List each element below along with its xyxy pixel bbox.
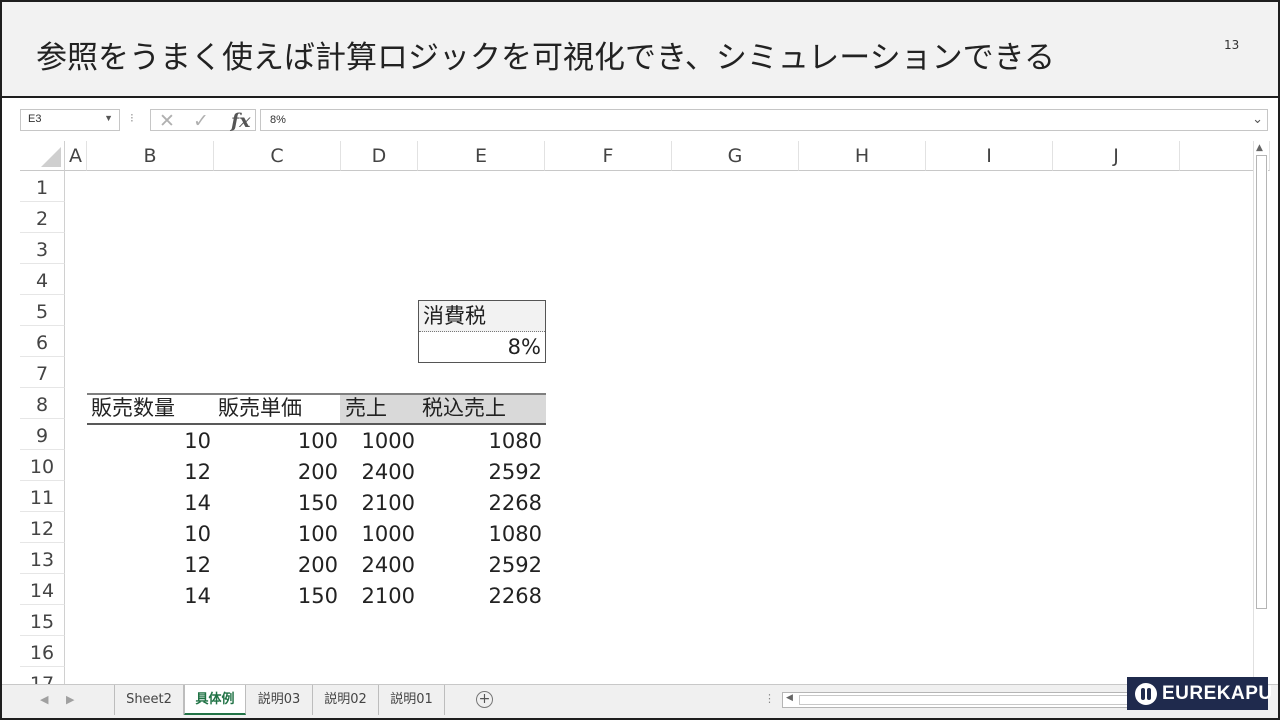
table-cell[interactable]: 2400 (362, 457, 415, 488)
row-header-8[interactable]: 8 (20, 388, 65, 419)
cross-icon[interactable]: ✕ (159, 110, 175, 132)
row-header-7[interactable]: 7 (20, 357, 65, 388)
chevron-down-icon[interactable]: ⌄ (1252, 111, 1263, 127)
tab-next-icon[interactable]: ▶ (66, 693, 74, 706)
table-cell[interactable]: 2268 (489, 581, 542, 612)
slide-header: 参照をうまく使えば計算ロジックを可視化でき、シミュレーションできる 13 (0, 0, 1280, 98)
table-cell[interactable]: 100 (298, 519, 338, 550)
column-header-h[interactable]: H (799, 141, 926, 171)
row-header-15[interactable]: 15 (20, 605, 65, 636)
name-box-value: E3 (28, 113, 42, 125)
tab-example[interactable]: 具体例 (184, 685, 246, 715)
sheet-tab-bar: ◀ ▶ Sheet2 具体例 説明03 説明02 説明01 + ⋮ ◀ (2, 684, 1278, 718)
column-header-j[interactable]: J (1053, 141, 1180, 171)
table-cell[interactable]: 1080 (489, 426, 542, 457)
column-header-i[interactable]: I (926, 141, 1053, 171)
table-cell[interactable]: 1080 (489, 519, 542, 550)
table-cell[interactable]: 10 (184, 519, 211, 550)
check-icon[interactable]: ✓ (193, 110, 209, 132)
table-cell[interactable]: 2100 (362, 488, 415, 519)
table-cell[interactable]: 10 (184, 426, 211, 457)
row-header-14[interactable]: 14 (20, 574, 65, 605)
table-cell[interactable]: 14 (184, 488, 211, 519)
table-cell[interactable]: 14 (184, 581, 211, 612)
formula-content: 8% (270, 114, 286, 126)
slide-title: 参照をうまく使えば計算ロジックを可視化でき、シミュレーションできる (36, 40, 1055, 76)
table-cell[interactable]: 2592 (489, 457, 542, 488)
formula-bar-buttons: ✕ ✓ fx (150, 109, 256, 132)
row-header-9[interactable]: 9 (20, 419, 65, 450)
fx-icon[interactable]: fx (231, 110, 251, 132)
row-header-16[interactable]: 16 (20, 636, 65, 667)
formula-bar-grip-icon: ⁝ (130, 111, 134, 125)
tax-label-cell[interactable]: 消費税 (419, 301, 545, 332)
dropdown-arrow-icon[interactable]: ▼ (104, 113, 113, 123)
row-header-1[interactable]: 1 (20, 171, 65, 202)
row-header-2[interactable]: 2 (20, 202, 65, 233)
table-cell[interactable]: 2100 (362, 581, 415, 612)
row-header-3[interactable]: 3 (20, 233, 65, 264)
row-header-12[interactable]: 12 (20, 512, 65, 543)
column-header-d[interactable]: D (341, 141, 418, 171)
spreadsheet-grid[interactable]: A B C D E F G H I J K 1 2 3 4 5 6 7 8 9 … (20, 141, 1270, 689)
column-header-g[interactable]: G (672, 141, 799, 171)
column-header-b[interactable]: B (87, 141, 214, 171)
add-sheet-icon[interactable]: + (476, 691, 493, 708)
scroll-left-icon[interactable]: ◀ (786, 693, 793, 703)
name-box[interactable]: E3 ▼ (20, 109, 120, 131)
tax-rate-box: 消費税 8% (418, 300, 546, 363)
horizontal-scroll-thumb[interactable] (799, 695, 1129, 705)
column-header-a[interactable]: A (65, 141, 87, 171)
vertical-scroll-thumb[interactable] (1256, 155, 1267, 609)
column-header-c[interactable]: C (214, 141, 341, 171)
header-sales[interactable]: 売上 (345, 393, 387, 424)
page-number: 13 (1224, 38, 1240, 52)
table-cell[interactable]: 2400 (362, 550, 415, 581)
header-unit-price[interactable]: 販売単価 (218, 393, 302, 424)
row-header-11[interactable]: 11 (20, 481, 65, 512)
logo-icon (1135, 683, 1157, 705)
table-cell[interactable]: 2592 (489, 550, 542, 581)
table-cell[interactable]: 1000 (362, 426, 415, 457)
tab-sheet2[interactable]: Sheet2 (114, 685, 184, 715)
excel-window: E3 ▼ ⁝ ✕ ✓ fx 8% ⌄ A B C D E F G H I J K… (0, 98, 1280, 720)
header-sales-with-tax[interactable]: 税込売上 (422, 393, 506, 424)
horizontal-scrollbar[interactable]: ◀ (782, 692, 1132, 708)
table-cell[interactable]: 200 (298, 550, 338, 581)
table-cell[interactable]: 2268 (489, 488, 542, 519)
tab-split-grip-icon[interactable]: ⋮ (764, 692, 775, 705)
row-header-6[interactable]: 6 (20, 326, 65, 357)
column-header-e[interactable]: E (418, 141, 545, 171)
tab-explanation-03[interactable]: 説明03 (246, 685, 313, 715)
row-header-10[interactable]: 10 (20, 450, 65, 481)
row-header-4[interactable]: 4 (20, 264, 65, 295)
table-cell[interactable]: 12 (184, 457, 211, 488)
table-cell[interactable]: 150 (298, 488, 338, 519)
formula-input[interactable]: 8% ⌄ (260, 109, 1268, 131)
vertical-scrollbar[interactable]: ▲ (1253, 141, 1268, 689)
table-cell[interactable]: 12 (184, 550, 211, 581)
tax-label: 消費税 (423, 304, 486, 328)
table-cell[interactable]: 1000 (362, 519, 415, 550)
tab-prev-icon[interactable]: ◀ (40, 693, 48, 706)
header-quantity[interactable]: 販売数量 (91, 393, 175, 424)
logo-text: EUREKAPU (1162, 683, 1273, 704)
row-header-13[interactable]: 13 (20, 543, 65, 574)
tab-explanation-02[interactable]: 説明02 (313, 685, 379, 715)
table-cell[interactable]: 100 (298, 426, 338, 457)
scroll-up-icon[interactable]: ▲ (1256, 143, 1263, 153)
select-all-icon (41, 147, 61, 167)
eurekapu-logo: EUREKAPU (1127, 677, 1272, 710)
tax-rate-cell[interactable]: 8% (508, 332, 541, 363)
tab-explanation-01[interactable]: 説明01 (379, 685, 445, 715)
select-all-corner[interactable] (20, 141, 65, 171)
column-header-f[interactable]: F (545, 141, 672, 171)
table-cell[interactable]: 150 (298, 581, 338, 612)
row-header-5[interactable]: 5 (20, 295, 65, 326)
table-cell[interactable]: 200 (298, 457, 338, 488)
